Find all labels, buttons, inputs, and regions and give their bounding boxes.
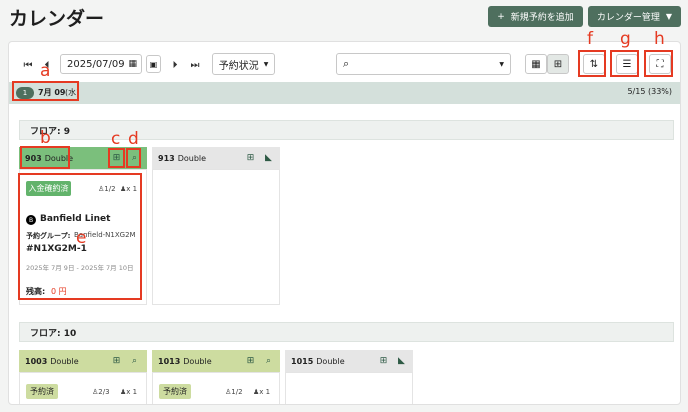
- date-field[interactable]: 2025/07/09 ▦: [60, 54, 142, 74]
- add-booking-icon[interactable]: ⊞: [244, 151, 257, 164]
- first-page-icon[interactable]: ⏮: [21, 58, 35, 72]
- page-title: カレンダー: [9, 8, 105, 30]
- last-page-icon[interactable]: ⏭: [188, 58, 202, 72]
- zoom-icon[interactable]: ⌕: [128, 354, 141, 367]
- status-badge: 予約済: [26, 384, 58, 399]
- room-number: 1003: [25, 356, 48, 366]
- guest-count: ♟x 1: [120, 388, 138, 396]
- annotation-label-h: h: [654, 29, 665, 49]
- annotation-label-d: d: [128, 129, 139, 149]
- booking-card[interactable]: 予約済 ♙1/2 ♟x 1: [152, 372, 280, 404]
- chevron-down-icon: ▼: [499, 60, 504, 68]
- date-value: 2025/07/09: [67, 58, 125, 70]
- view-grid-button[interactable]: ⊞: [547, 54, 569, 74]
- room-number: 1013: [158, 356, 181, 366]
- annotation-label-b: b: [40, 128, 51, 148]
- adults-count: ♙2/3: [92, 388, 110, 396]
- new-booking-button[interactable]: + 新規予約を追加: [488, 6, 583, 27]
- room-header-1015[interactable]: 1015 Double: [285, 350, 413, 372]
- room-header-1013[interactable]: 1013 Double: [152, 350, 280, 372]
- view-month-button[interactable]: ▦: [525, 54, 547, 74]
- room-number: 913: [158, 153, 175, 163]
- room-type: Double: [183, 356, 212, 366]
- annotation-box-b: [20, 146, 70, 169]
- adults-count: ♙1/2: [225, 388, 243, 396]
- room-type: Double: [50, 356, 79, 366]
- chevron-down-icon: ▼: [665, 12, 673, 21]
- search-input[interactable]: ⌕ ▼: [336, 53, 511, 75]
- room-header-913[interactable]: 913 Double: [152, 147, 280, 169]
- annotation-box-c: [108, 148, 125, 168]
- zoom-icon[interactable]: ⌕: [262, 354, 275, 367]
- annotation-label-e: e: [76, 228, 87, 248]
- annotation-box-a: [12, 81, 79, 101]
- add-booking-icon[interactable]: ⊞: [110, 354, 123, 367]
- calendar-manage-button[interactable]: カレンダー管理 ▼: [588, 6, 681, 27]
- annotation-label-g: g: [620, 29, 631, 49]
- annotation-box-f: [578, 50, 606, 77]
- room-type: Double: [177, 153, 207, 163]
- cleaning-icon[interactable]: ◣: [262, 151, 275, 164]
- new-booking-label: 新規予約を追加: [510, 13, 574, 23]
- empty-room-cell[interactable]: [152, 169, 280, 305]
- annotation-box-d: [126, 148, 141, 168]
- annotation-label-c: c: [111, 129, 121, 149]
- add-booking-icon[interactable]: ⊞: [244, 354, 257, 367]
- chevron-down-icon: ▼: [263, 60, 269, 68]
- status-label: 予約状況: [218, 60, 259, 72]
- status-badge: 予約済: [159, 384, 191, 399]
- calendar-manage-label: カレンダー管理: [596, 13, 660, 23]
- booking-card[interactable]: 予約済 ♙2/3 ♟x 1: [19, 372, 147, 404]
- date-row: 1 7月 09 (水) 5/15 (33%): [9, 82, 680, 104]
- status-select[interactable]: 予約状況 ▼: [212, 53, 275, 75]
- empty-room-cell[interactable]: [285, 372, 413, 404]
- room-type: Double: [316, 356, 345, 366]
- annotation-box-h: [644, 50, 673, 77]
- annotation-label-f: f: [587, 29, 593, 49]
- plus-icon: +: [497, 11, 505, 22]
- add-booking-icon[interactable]: ⊞: [377, 354, 390, 367]
- room-number: 1015: [291, 356, 314, 366]
- occupancy-label: 5/15 (33%): [627, 87, 672, 96]
- next-icon[interactable]: ⏵: [169, 58, 181, 72]
- annotation-box-g: [610, 50, 639, 77]
- search-icon: ⌕: [343, 57, 350, 70]
- calendar-small-icon: ▦: [128, 59, 137, 69]
- today-button[interactable]: ▣: [146, 55, 161, 73]
- guest-count: ♟x 1: [253, 388, 271, 396]
- annotation-label-a: a: [40, 61, 51, 81]
- floor-label: フロア: 10: [30, 328, 77, 339]
- cleaning-icon[interactable]: ◣: [395, 354, 408, 367]
- floor-header-10: フロア: 10: [19, 322, 674, 342]
